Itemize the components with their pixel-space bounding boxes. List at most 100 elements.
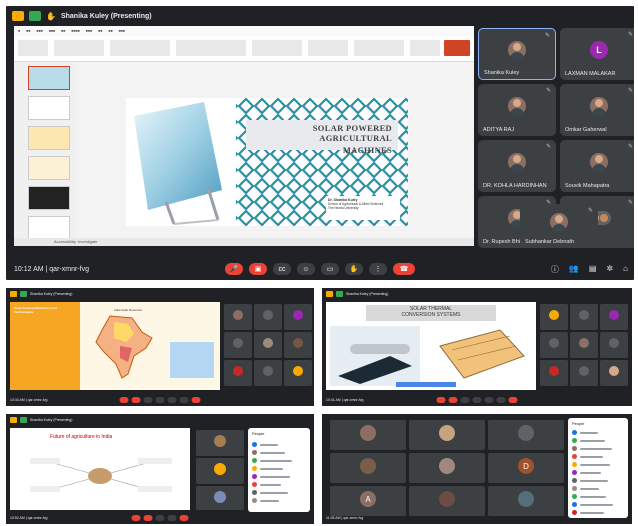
people-avatar: [252, 466, 257, 471]
people-avatar: [252, 442, 257, 447]
participant-tile[interactable]: ✎ Subhankar Debnath: [520, 204, 598, 248]
people-name-placeholder: [580, 455, 603, 458]
india-map-image: [95, 315, 153, 379]
people-list-row[interactable]: [572, 430, 624, 435]
end-call-button[interactable]: ☎: [393, 263, 415, 275]
thumb-bl-tile-1: [196, 430, 244, 456]
mini-avatar: [578, 365, 590, 377]
info-icon[interactable]: ⓘ: [551, 264, 559, 275]
people-name-placeholder: [260, 483, 281, 486]
mini-participant-tile[interactable]: [488, 420, 564, 450]
mini-participant-tile[interactable]: [330, 420, 406, 450]
people-list-row[interactable]: [572, 438, 624, 443]
more-options-button[interactable]: ⋮: [369, 263, 387, 275]
people-list-row[interactable]: [572, 446, 624, 451]
mini-participant-tile[interactable]: [540, 360, 568, 386]
participant-tile[interactable]: L ✎ LAXMAN MALAKAR: [560, 28, 634, 80]
activities-icon[interactable]: ✲: [606, 264, 613, 275]
mini-participant-tile[interactable]: [330, 453, 406, 483]
people-name-placeholder: [580, 431, 598, 434]
people-name-placeholder: [580, 447, 612, 450]
mini-participant-tile[interactable]: [600, 304, 628, 330]
participant-avatar: L: [590, 40, 608, 59]
slide-thumb-1[interactable]: [28, 66, 70, 90]
slide-thumb-6[interactable]: [28, 216, 70, 240]
mini-participant-tile[interactable]: [254, 304, 282, 330]
people-icon[interactable]: 👥: [569, 264, 579, 275]
mini-participant-tile[interactable]: [284, 360, 312, 386]
mini-participant-tile[interactable]: [409, 453, 485, 483]
camera-off-button[interactable]: ▣: [249, 263, 267, 275]
mini-participant-tile[interactable]: [284, 332, 312, 358]
people-avatar: [572, 494, 577, 499]
slide-thumb-4[interactable]: [28, 156, 70, 180]
mini-participant-tile[interactable]: [224, 304, 252, 330]
mini-participant-tile[interactable]: [254, 360, 282, 386]
mini-participant-tile[interactable]: D: [488, 453, 564, 483]
people-list-row[interactable]: [572, 462, 624, 467]
people-list-row[interactable]: [572, 478, 624, 483]
people-avatar: [252, 474, 257, 479]
people-list-row[interactable]: [252, 450, 306, 455]
people-list-row[interactable]: [572, 494, 624, 499]
ppt-menu-bar: ■ ■■ ■■■ ■■■ ■■ ■■■■ ■■■ ■■ ■■ ■■■: [14, 26, 474, 36]
mic-off-button[interactable]: 🎤: [225, 263, 243, 275]
slide-thumb-2[interactable]: [28, 96, 70, 120]
participant-tile[interactable]: ✎ DR. KOHLA HARDINHAN: [478, 140, 556, 192]
ppt-status-bar: Accessibility: Investigate: [14, 238, 474, 246]
chat-icon[interactable]: ▤: [589, 264, 597, 275]
captions-button[interactable]: cc: [273, 263, 291, 275]
people-list-row[interactable]: [252, 490, 306, 495]
slide-thumbnail-pane[interactable]: [14, 62, 76, 240]
participant-tile[interactable]: ✎ Shanika Kuley: [478, 28, 556, 80]
people-list-row[interactable]: [252, 498, 306, 503]
mini-participant-tile[interactable]: [540, 304, 568, 330]
mini-participant-tile[interactable]: [224, 360, 252, 386]
thumb-bl-title-bar: Shanika Kuley (Presenting): [6, 414, 314, 426]
mini-participant-tile[interactable]: [540, 332, 568, 358]
participant-tile[interactable]: ✎ Omkar Gaherwal: [560, 84, 634, 136]
mini-participant-tile[interactable]: [600, 332, 628, 358]
people-list-row[interactable]: [252, 482, 306, 487]
mini-participant-tile[interactable]: [409, 420, 485, 450]
lock-icon[interactable]: ⌂: [623, 264, 628, 275]
present-button[interactable]: ▭: [321, 263, 339, 275]
slide-title-line2: MACHINES: [342, 145, 392, 155]
emoji-button[interactable]: ☺: [297, 263, 315, 275]
mic-muted-icon: ✎: [545, 144, 551, 150]
mini-participant-tile[interactable]: [284, 304, 312, 330]
mini-participant-tile[interactable]: [254, 332, 282, 358]
people-list-row[interactable]: [572, 486, 624, 491]
people-list-row[interactable]: [572, 454, 624, 459]
mini-participant-tile[interactable]: [570, 332, 598, 358]
mini-participant-tile[interactable]: [570, 360, 598, 386]
mini-avatar: [360, 425, 376, 441]
mini-participant-tile[interactable]: [224, 332, 252, 358]
people-avatar: [252, 498, 257, 503]
thumb-tl-control-bar: 10:34 AM | qar-xmnr-fvg: [6, 394, 314, 406]
mini-participant-tile[interactable]: [570, 304, 598, 330]
thumb-tl-slide: Solar Powered Machinery and Technologies…: [10, 302, 220, 390]
thumb-br-control-bar: 11:05 AM | qar-xmnr-fvg: [322, 512, 632, 524]
slide-thumb-3[interactable]: [28, 126, 70, 150]
thumb-tr-slide: SOLAR THERMAL CONVERSION SYSTEMS: [326, 302, 536, 390]
people-list-row[interactable]: [252, 458, 306, 463]
thumb-br-people-panel: People: [568, 418, 628, 518]
people-list-row[interactable]: [252, 442, 306, 447]
people-list-row[interactable]: [252, 466, 306, 471]
thumb-tl-info-box: [170, 342, 214, 378]
mini-avatar: [232, 337, 244, 349]
participant-tile[interactable]: ✎ ADITYA RAJ: [478, 84, 556, 136]
participant-tile[interactable]: ✎ Souvik Mahapatra: [560, 140, 634, 192]
thumb-bl-slide: Future of agriculture in India: [10, 428, 190, 510]
people-name-placeholder: [260, 451, 285, 454]
mini-participant-tile[interactable]: [600, 360, 628, 386]
people-list-row[interactable]: [572, 502, 624, 507]
people-list-row[interactable]: [252, 474, 306, 479]
slide-thumb-5[interactable]: [28, 186, 70, 210]
people-name-placeholder: [260, 491, 288, 494]
participant-name: Subhankar Debnath: [525, 239, 574, 245]
raise-hand-button[interactable]: ✋: [345, 263, 363, 275]
green-tab-icon: [29, 11, 41, 21]
people-list-row[interactable]: [572, 470, 624, 475]
